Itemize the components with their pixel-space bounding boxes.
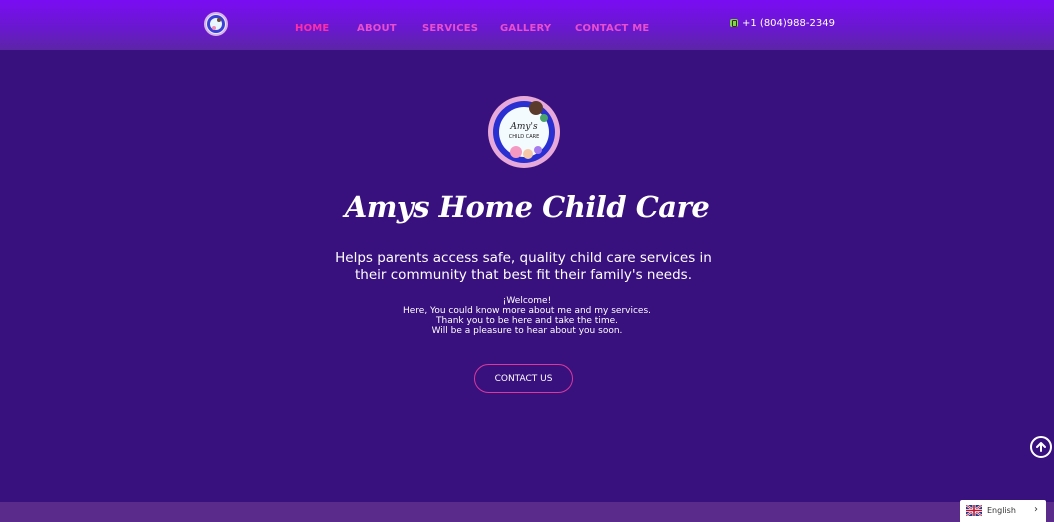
scroll-to-top-button[interactable] xyxy=(1030,436,1052,458)
language-selector[interactable]: English › xyxy=(960,500,1046,522)
nav-home[interactable]: HOME xyxy=(295,23,329,34)
logo-text-child-care: CHILD CARE xyxy=(509,134,540,140)
logo-text-amys: Amy's xyxy=(509,122,538,132)
uk-flag-icon xyxy=(966,505,982,516)
chevron-right-icon: › xyxy=(1034,504,1038,515)
language-label: English xyxy=(987,506,1016,515)
welcome-line: Thank you to be here and take the time. xyxy=(436,316,618,326)
header-logo[interactable] xyxy=(204,12,228,36)
nav-about[interactable]: ABOUT xyxy=(357,23,397,34)
page-title: Amys Home Child Care xyxy=(344,190,710,224)
phone-link[interactable]: +1 (804)988-2349 xyxy=(730,18,835,29)
phone-icon xyxy=(730,19,738,27)
nav-gallery[interactable]: GALLERY xyxy=(500,23,551,34)
nav-services[interactable]: SERVICES xyxy=(422,23,478,34)
hero-logo: Amy's CHILD CARE xyxy=(486,92,562,172)
contact-us-button[interactable]: CONTACT US xyxy=(474,364,573,393)
nav-contact-me[interactable]: CONTACT ME xyxy=(575,23,649,34)
footer-band xyxy=(0,502,1054,522)
welcome-message: ¡Welcome! Here, You could know more abou… xyxy=(0,296,1054,336)
arrow-up-icon xyxy=(1036,442,1046,452)
welcome-line: ¡Welcome! xyxy=(502,296,552,306)
welcome-line: Here, You could know more about me and m… xyxy=(402,306,652,316)
hero-subtitle: Helps parents access safe, quality child… xyxy=(335,250,712,283)
phone-number: +1 (804)988-2349 xyxy=(742,18,835,29)
welcome-line: Will be a pleasure to hear about you soo… xyxy=(431,326,623,336)
site-header: HOME ABOUT SERVICES GALLERY CONTACT ME +… xyxy=(0,0,1054,50)
